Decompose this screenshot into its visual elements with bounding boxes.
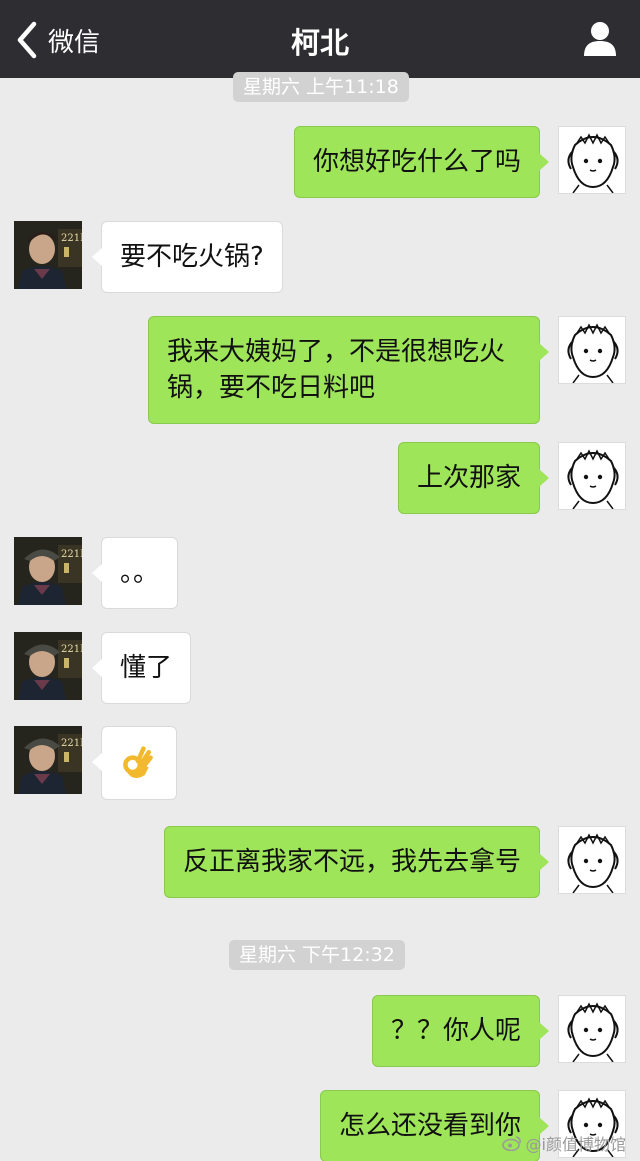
contact-avatar[interactable]: 221B [14,221,82,289]
message-bubble-sent[interactable]: 你想好吃什么了吗 [293,126,550,198]
profile-icon[interactable] [582,20,618,58]
message-bubble-sent[interactable]: 反正离我家不远，我先去拿号 [163,826,550,898]
cartoon-face-icon [567,323,619,383]
message-bubble-sent[interactable]: 我来大姨妈了，不是很想吃火锅，要不吃日料吧 [148,316,549,424]
timestamp: 星期六 上午11:18 [233,72,409,102]
svg-text:221B: 221B [61,738,82,749]
contact-avatar[interactable]: 221B [14,726,82,794]
message-bubble-received[interactable] [92,726,177,800]
message-bubble-sent[interactable]: 上次那家 [397,442,550,514]
contact-photo-icon: 221B [14,537,82,605]
watermark-text: @i颜值博物馆 [525,1135,626,1154]
my-avatar[interactable] [558,316,626,384]
nav-bar: 微信 柯北 [0,0,640,78]
cartoon-face-icon [567,833,619,893]
message-bubble-received[interactable]: 。。 [91,537,179,609]
contact-photo-icon: 221B [14,221,82,289]
contact-photo-icon: 221B [14,632,82,700]
message-bubble-sent[interactable]: ？？你人呢 [371,995,550,1067]
cartoon-face-icon [567,449,619,509]
svg-text:221B: 221B [61,233,82,244]
my-avatar[interactable] [558,826,626,894]
ok-hand-emoji-icon [123,746,153,778]
chat-title: 柯北 [290,26,349,60]
contact-avatar[interactable]: 221B [14,537,82,605]
contact-photo-icon: 221B [14,726,82,794]
message-bubble-received[interactable]: 懂了 [91,632,192,704]
my-avatar[interactable] [558,442,626,510]
message-bubble-received[interactable]: 要不吃火锅? [92,221,283,293]
weibo-logo-icon [501,1136,521,1151]
my-avatar[interactable] [558,995,626,1063]
svg-text:221B: 221B [61,549,82,560]
cartoon-face-icon [567,133,619,193]
watermark: @i颜值博物馆 [501,1131,626,1155]
my-avatar[interactable] [558,126,626,194]
cartoon-face-icon [567,1002,619,1062]
svg-text:221B: 221B [61,644,82,655]
contact-avatar[interactable]: 221B [14,632,82,700]
timestamp: 星期六 下午12:32 [229,940,405,970]
